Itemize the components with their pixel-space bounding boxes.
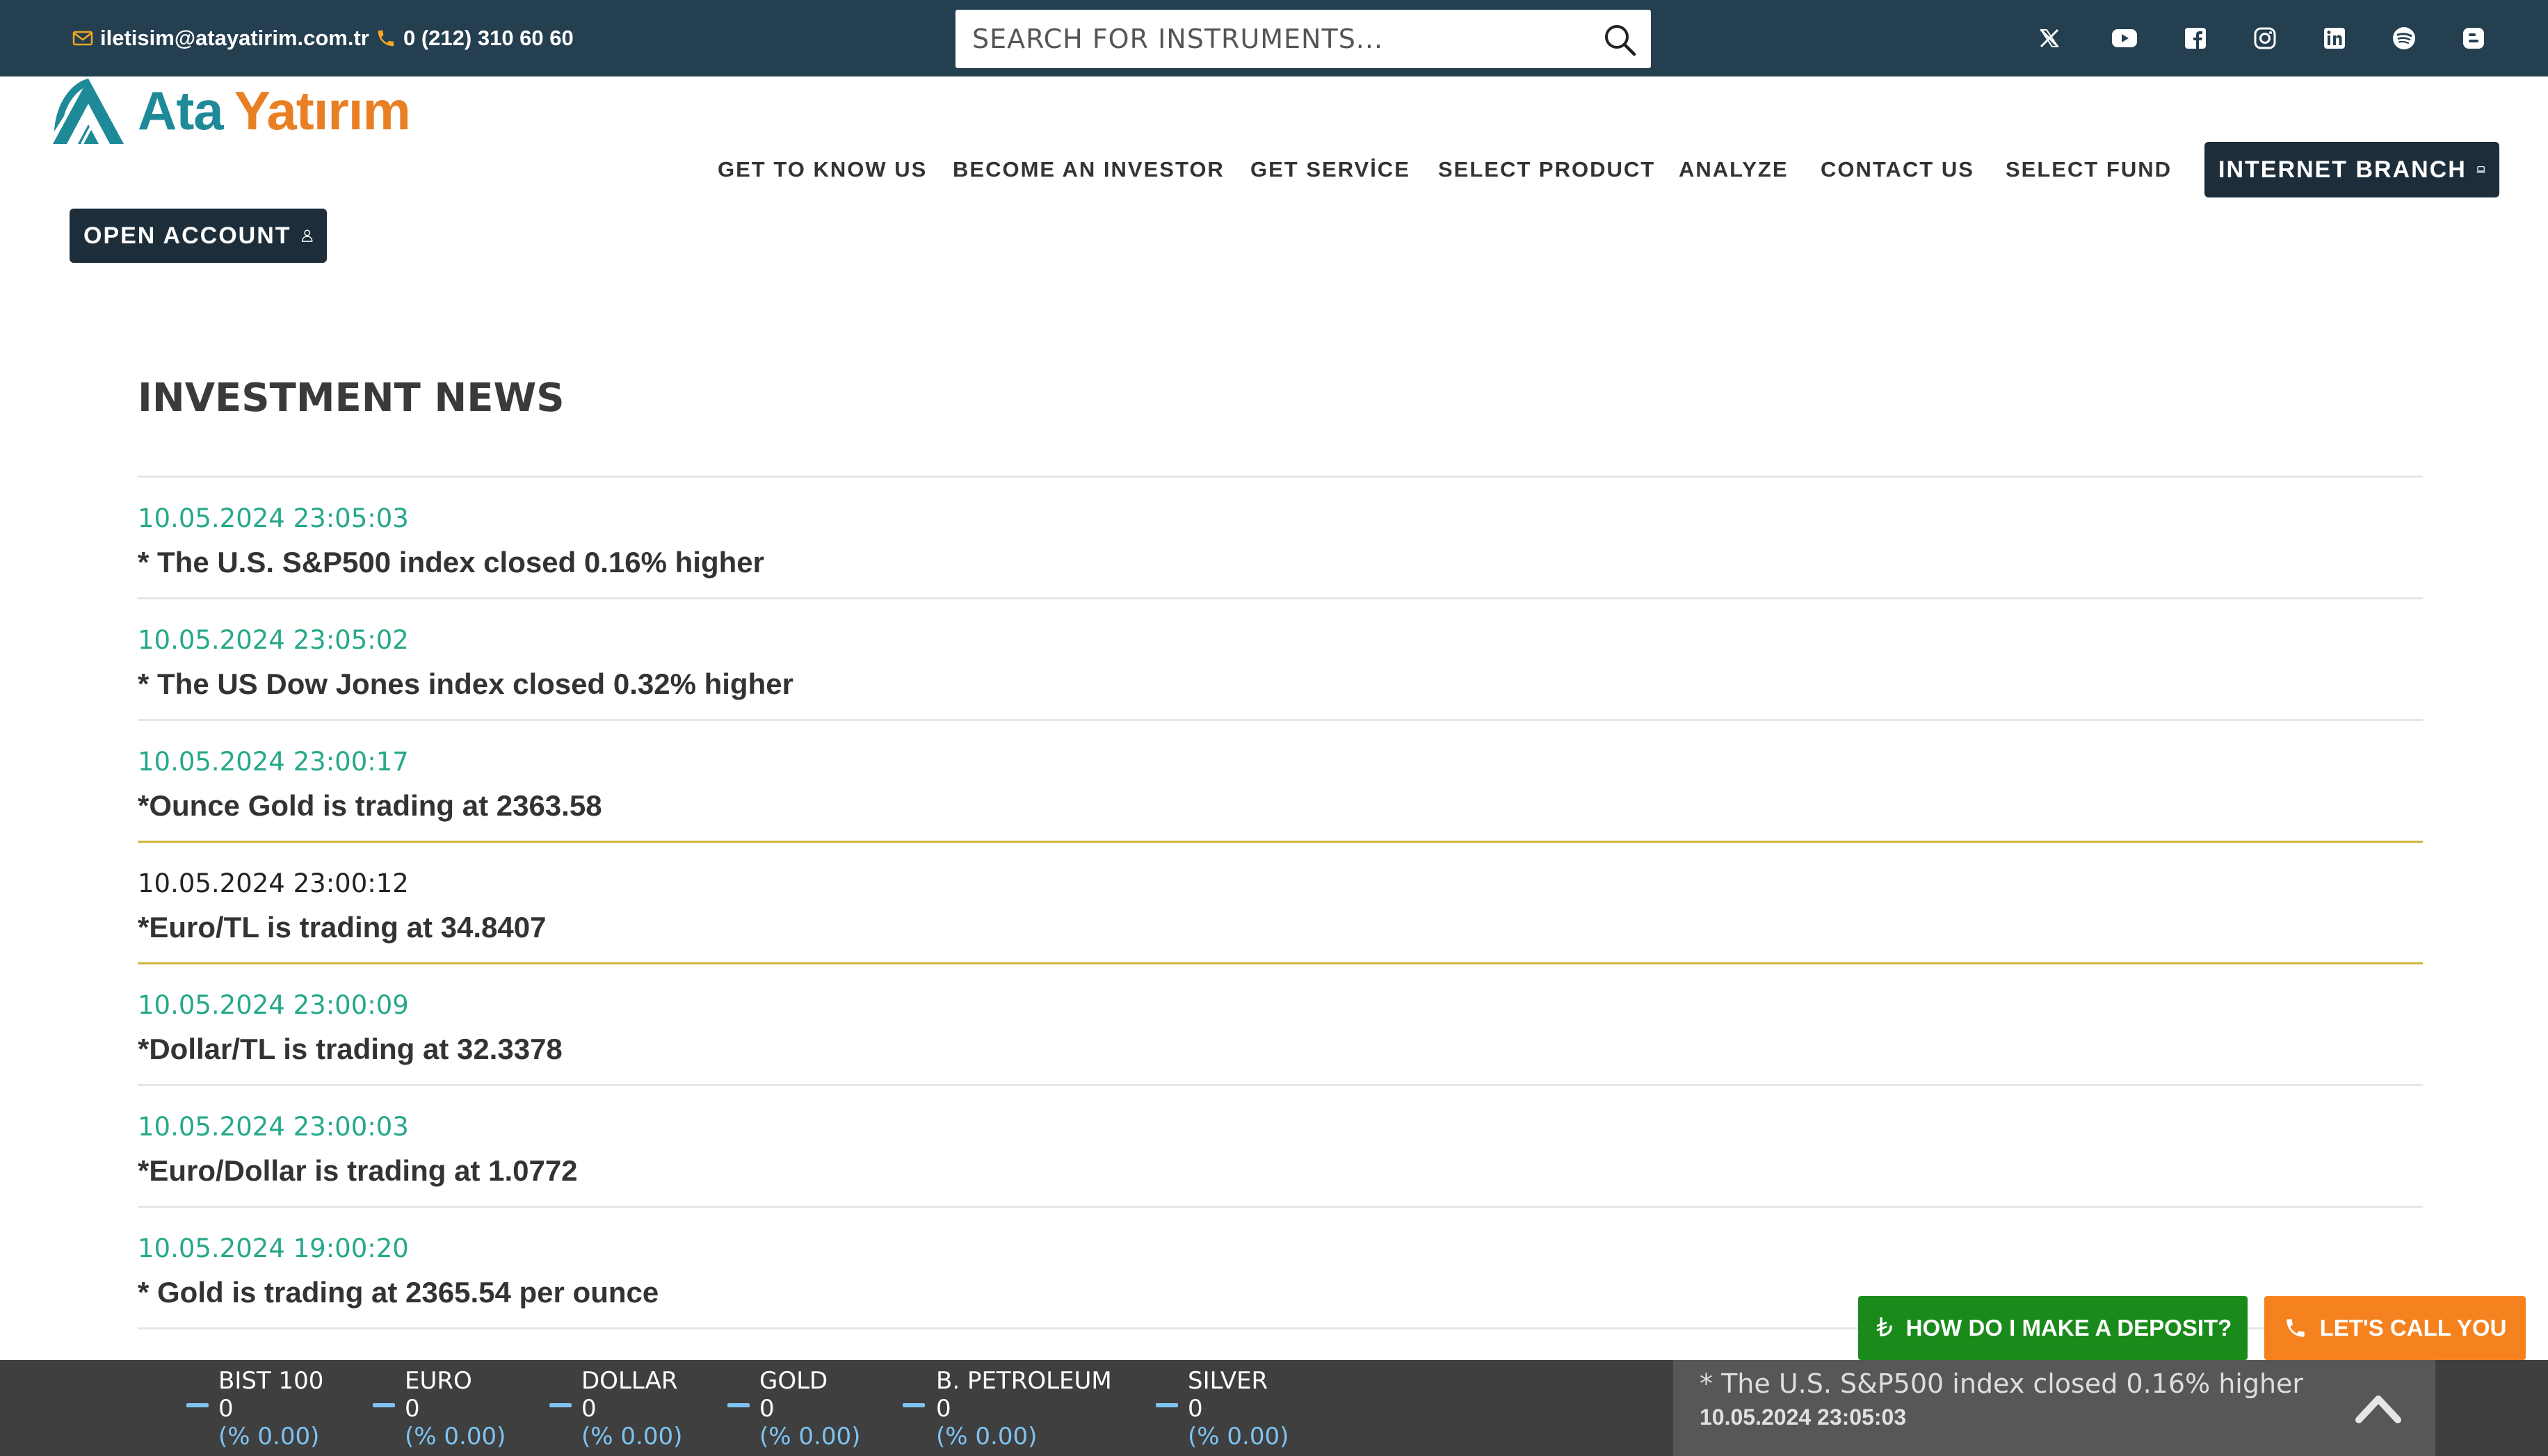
news-title[interactable]: * The U.S. S&P500 index closed 0.16% hig… [138,542,2423,583]
logo[interactable]: Ata Yatırım [50,72,412,149]
youtube-icon[interactable] [2110,24,2139,53]
ticker-value: 0 [1188,1395,1203,1423]
ticker-name: EURO [405,1367,472,1395]
facebook-icon[interactable] [2181,24,2210,53]
unchanged-dash-icon [373,1403,395,1407]
news-item[interactable]: 10.05.2024 23:05:03 * The U.S. S&P500 in… [138,476,2423,597]
logo-text-yatirim: Yatırım [234,79,411,141]
blogger-icon[interactable] [2459,24,2488,53]
ticker-value: 0 [581,1395,597,1423]
internet-branch-label: INTERNET BRANCH [2218,156,2467,183]
top-bar: iletisim@atayatirim.com.tr 0 (212) 310 6… [0,0,2548,76]
unchanged-dash-icon [186,1403,209,1407]
ticker-change: (% 0.00) [1188,1423,1289,1450]
news-time: 10.05.2024 23:00:09 [138,990,409,1020]
spotify-icon[interactable] [2389,24,2419,53]
ticker-value: 0 [405,1395,420,1423]
user-icon [301,229,312,242]
phone-icon [2286,1319,2305,1337]
call-me-label: LET'S CALL YOU [2319,1315,2507,1341]
news-time: 10.05.2024 23:05:03 [138,503,409,533]
ticker-euro[interactable]: EURO 0 (% 0.00) [405,1367,506,1450]
news-title[interactable]: *Dollar/TL is trading at 32.3378 [138,1028,2423,1070]
news-title[interactable]: *Ounce Gold is trading at 2363.58 [138,785,2423,827]
news-list: 10.05.2024 23:05:03 * The U.S. S&P500 in… [138,476,2423,1383]
ticker-value: 0 [218,1395,234,1423]
phone-icon [378,30,394,47]
search-icon[interactable] [1602,22,1637,57]
deposit-help-button[interactable]: HOW DO I MAKE A DEPOSIT? [1858,1296,2248,1360]
ticker-name: SILVER [1188,1367,1268,1395]
unchanged-dash-icon [903,1403,925,1407]
instagram-icon[interactable] [2250,24,2280,53]
ticker-change: (% 0.00) [405,1423,506,1450]
page-title: INVESTMENT NEWS [138,375,565,421]
news-title[interactable]: * The US Dow Jones index closed 0.32% hi… [138,663,2423,705]
ticker-change: (% 0.00) [581,1423,683,1450]
envelope-icon [72,31,93,46]
search-box [956,10,1651,68]
open-account-label: OPEN ACCOUNT [83,222,291,249]
nav-get-service[interactable]: GET SERVİCE [1250,156,1410,184]
ticker-change: (% 0.00) [759,1423,861,1450]
ticker-value: 0 [759,1395,775,1423]
phone-text: 0 (212) 310 60 60 [403,26,574,50]
nav-analyze[interactable]: ANALYZE [1679,156,1789,184]
internet-branch-button[interactable]: INTERNET BRANCH [2204,142,2499,197]
chevron-up-icon[interactable] [2351,1381,2406,1437]
ticker-name: GOLD [759,1367,828,1395]
ticker-silver[interactable]: SILVER 0 (% 0.00) [1188,1367,1289,1450]
linkedin-icon[interactable] [2320,24,2349,53]
news-time: 10.05.2024 23:00:17 [138,747,409,777]
ticker-value: 0 [936,1395,951,1423]
ticker-name: DOLLAR [581,1367,678,1395]
ticker-change: (% 0.00) [936,1423,1038,1450]
deposit-help-label: HOW DO I MAKE A DEPOSIT? [1905,1315,2232,1341]
unchanged-dash-icon [1156,1403,1178,1407]
unchanged-dash-icon [549,1403,572,1407]
email-link[interactable]: iletisim@atayatirim.com.tr [72,0,369,76]
x-icon[interactable] [2035,24,2064,53]
latest-news-time: 10.05.2024 23:05:03 [1700,1405,1907,1430]
search-input[interactable] [956,24,1567,54]
latest-news-panel[interactable]: * The U.S. S&P500 index closed 0.16% hig… [1673,1360,2435,1456]
logo-mark-icon [53,79,124,145]
news-item[interactable]: 10.05.2024 23:00:09 *Dollar/TL is tradin… [138,962,2423,1084]
call-me-button[interactable]: LET'S CALL YOU [2264,1296,2526,1360]
nav-contact-us[interactable]: CONTACT US [1821,156,1974,184]
news-item[interactable]: 10.05.2024 23:00:03 *Euro/Dollar is trad… [138,1084,2423,1206]
lira-icon [1876,1317,1892,1336]
nav-select-fund[interactable]: SELECT FUND [2006,156,2172,184]
news-item[interactable]: 10.05.2024 23:00:17 *Ounce Gold is tradi… [138,719,2423,841]
ticker-bist100[interactable]: BIST 100 0 (% 0.00) [218,1367,323,1450]
latest-news-title: * The U.S. S&P500 index closed 0.16% hig… [1700,1368,2304,1399]
news-time: 10.05.2024 23:00:12 [138,868,409,898]
phone-link[interactable]: 0 (212) 310 60 60 [376,0,574,76]
news-time: 10.05.2024 23:05:02 [138,625,409,655]
ticker-gold[interactable]: GOLD 0 (% 0.00) [759,1367,860,1450]
news-item-hovered[interactable]: 10.05.2024 23:00:12 *Euro/TL is trading … [138,841,2423,962]
ticker-brent-petroleum[interactable]: B. PETROLEUM 0 (% 0.00) [936,1367,1112,1450]
news-time: 10.05.2024 19:00:20 [138,1233,409,1263]
news-item[interactable]: 10.05.2024 23:05:02 * The US Dow Jones i… [138,597,2423,719]
unchanged-dash-icon [727,1403,750,1407]
news-title[interactable]: *Euro/TL is trading at 34.8407 [138,907,2423,948]
open-account-button[interactable]: OPEN ACCOUNT [70,209,327,263]
ticker-dollar[interactable]: DOLLAR 0 (% 0.00) [581,1367,682,1450]
email-text: iletisim@atayatirim.com.tr [100,26,369,50]
logo-text-ata: Ata [138,79,224,141]
nav-select-product[interactable]: SELECT PRODUCT [1438,156,1655,184]
ticker-name: BIST 100 [218,1367,324,1395]
nav-become-an-investor[interactable]: BECOME AN INVESTOR [953,156,1225,184]
laptop-icon [2476,166,2485,173]
news-title[interactable]: *Euro/Dollar is trading at 1.0772 [138,1150,2423,1192]
ticker-change: (% 0.00) [218,1423,320,1450]
news-time: 10.05.2024 23:00:03 [138,1112,409,1142]
nav-get-to-know-us[interactable]: GET TO KNOW US [718,156,927,184]
ticker-name: B. PETROLEUM [936,1367,1112,1395]
